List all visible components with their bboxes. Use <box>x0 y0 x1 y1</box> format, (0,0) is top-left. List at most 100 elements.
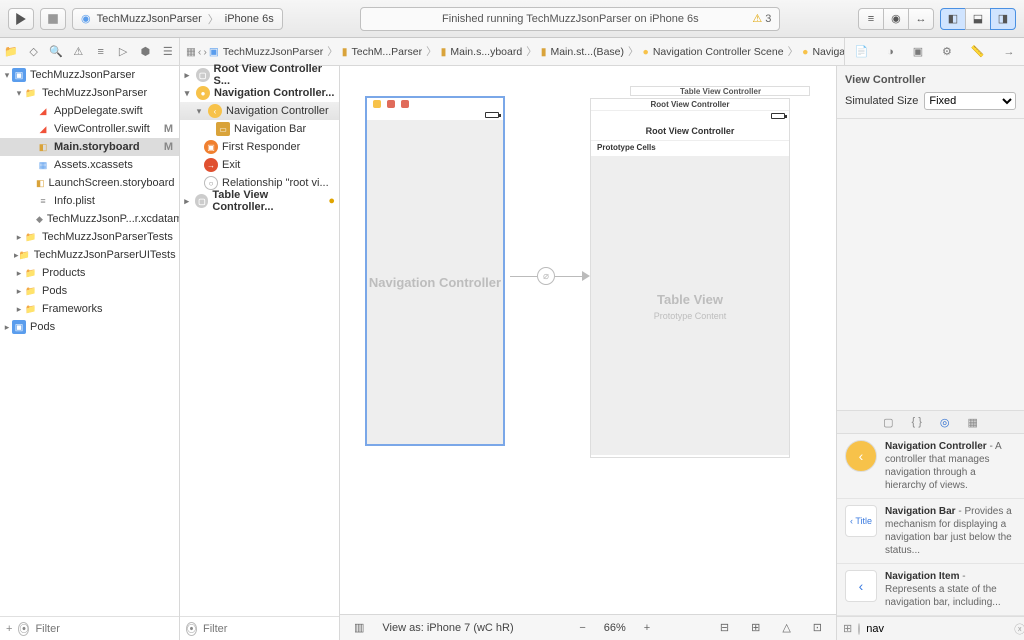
view-as-label[interactable]: View as: iPhone 7 (wC hR) <box>382 622 513 634</box>
navigation-bar-title[interactable]: Root View Controller <box>591 121 789 141</box>
scheme-device-label: iPhone 6s <box>225 13 274 25</box>
tree-file[interactable]: ◢ViewController.swiftM <box>0 120 179 138</box>
debug-navigator-tab[interactable]: ▷ <box>115 44 131 60</box>
toggle-debug-button[interactable]: ⬓ <box>965 8 991 30</box>
tree-folder[interactable]: ▸📁TechMuzzJsonParserUITests <box>0 246 179 264</box>
tree-file[interactable]: ◆TechMuzzJsonP...r.xcdatamodeld <box>0 210 179 228</box>
navigator-filter-input[interactable] <box>35 623 177 635</box>
zoom-out-button[interactable]: − <box>575 622 589 634</box>
library-item[interactable]: ‹ Navigation Controller - A controller t… <box>837 434 1024 499</box>
grid-view-button[interactable]: ⊞ <box>843 622 852 635</box>
toggle-navigator-button[interactable]: ◧ <box>940 8 966 30</box>
run-button[interactable] <box>8 8 34 30</box>
outline-scene[interactable]: ▸▢Root View Controller S... <box>180 66 339 84</box>
media-library-tab[interactable]: ▦ <box>968 416 978 429</box>
tree-group[interactable]: ▾📁TechMuzzJsonParser <box>0 84 179 102</box>
scene-nav-icon <box>373 100 381 108</box>
tree-folder[interactable]: ▸📁TechMuzzJsonParserTests <box>0 228 179 246</box>
tree-folder[interactable]: ▸📁Frameworks <box>0 300 179 318</box>
tree-folder[interactable]: ▸📁Products <box>0 264 179 282</box>
version-editor-button[interactable]: ↔ <box>908 8 934 30</box>
embed-button[interactable]: ⊡ <box>809 621 826 634</box>
filter-recent-button[interactable]: ⦿ <box>18 622 29 636</box>
code-snippet-tab[interactable]: { } <box>911 416 921 428</box>
outline-filter-input[interactable] <box>203 623 345 635</box>
pin-button[interactable]: ⊞ <box>747 621 764 634</box>
file-tree[interactable]: ▾▣TechMuzzJsonParser ▾📁TechMuzzJsonParse… <box>0 66 179 616</box>
find-navigator-tab[interactable]: ⚠ <box>70 44 86 60</box>
project-navigator-tab[interactable]: 📁 <box>3 44 19 60</box>
library-filter-input[interactable] <box>866 623 1008 635</box>
scene-exit-icon <box>401 100 409 108</box>
simulated-size-label: Simulated Size <box>845 95 918 107</box>
tree-file[interactable]: ◧LaunchScreen.storyboard <box>0 174 179 192</box>
attributes-inspector-tab[interactable]: ⚙ <box>942 45 952 58</box>
outline-item[interactable]: ▣First Responder <box>180 138 339 156</box>
library-item[interactable]: ‹ Title Navigation Bar - Provides a mech… <box>837 499 1024 564</box>
crumb-file[interactable]: ▮Main.s...yboard <box>441 46 523 58</box>
prototype-cells-label[interactable]: Prototype Cells <box>591 141 789 157</box>
size-inspector: View Controller Simulated Size Fixed <box>837 66 1024 119</box>
root-view-controller-scene[interactable]: Root View Controller Root View Controlle… <box>590 98 790 458</box>
related-items-button[interactable]: ▦ <box>186 46 196 58</box>
outline-item[interactable]: →Exit <box>180 156 339 174</box>
history-inspector-tab[interactable]: ◑ <box>887 46 894 58</box>
outline-item-selected[interactable]: ▾‹Navigation Controller <box>180 102 339 120</box>
issue-navigator-tab[interactable]: ≡ <box>93 44 109 60</box>
outline-scene[interactable]: ▾●Navigation Controller... <box>180 84 339 102</box>
simulated-size-select[interactable]: Fixed <box>924 92 1016 110</box>
back-button[interactable]: ‹ <box>198 46 202 58</box>
assistant-editor-button[interactable]: ◉ <box>883 8 909 30</box>
zoom-in-button[interactable]: + <box>640 622 654 634</box>
tree-file-selected[interactable]: ◧Main.storyboardM <box>0 138 179 156</box>
tree-folder[interactable]: ▸▣Pods <box>0 318 179 336</box>
crumb-group[interactable]: ▮TechM...Parser <box>342 46 422 58</box>
table-view-placeholder[interactable]: Table View Prototype Content <box>591 157 789 455</box>
align-button[interactable]: ⊟ <box>716 621 733 634</box>
outline-tree[interactable]: ▸▢Root View Controller S... ▾●Navigation… <box>180 66 339 616</box>
crumb-base[interactable]: ▮Main.st...(Base) <box>541 46 624 58</box>
library-filter-bar: ⊞ ⓧ <box>837 616 1024 640</box>
clear-filter-button[interactable]: ⓧ <box>1014 621 1024 637</box>
file-inspector-tab[interactable]: 📄 <box>854 45 868 58</box>
connections-inspector-tab[interactable]: → <box>1004 46 1015 58</box>
jump-bar[interactable]: ▦ ‹ › ▣TechMuzzJsonParser〉 ▮TechM...Pars… <box>180 38 844 65</box>
object-library[interactable]: ‹ Navigation Controller - A controller t… <box>837 434 1024 616</box>
tree-file[interactable]: ≡Info.plist <box>0 192 179 210</box>
issue-indicator[interactable]: ⚠3 <box>752 12 771 25</box>
tree-file[interactable]: ◢AppDelegate.swift <box>0 102 179 120</box>
segue-arrow[interactable]: ⌀ <box>510 266 590 286</box>
breakpoint-navigator-tab[interactable]: ⬢ <box>137 44 153 60</box>
zoom-level[interactable]: 66% <box>604 622 626 634</box>
editor-mode-group: ≡ ◉ ↔ <box>858 8 934 30</box>
stop-button[interactable] <box>40 8 66 30</box>
identity-inspector-tab[interactable]: ▣ <box>913 45 923 58</box>
report-navigator-tab[interactable]: ☰ <box>160 44 176 60</box>
library-item[interactable]: ‹ Navigation Item - Represents a state o… <box>837 564 1024 616</box>
scene-title: Root View Controller <box>591 99 789 111</box>
file-template-tab[interactable]: ▢ <box>883 416 893 429</box>
tree-folder[interactable]: ▸📁Pods <box>0 282 179 300</box>
main-area: ▾▣TechMuzzJsonParser ▾📁TechMuzzJsonParse… <box>0 66 1024 640</box>
forward-button[interactable]: › <box>203 46 207 58</box>
crumb-object[interactable]: ●Navigation Controller <box>802 46 844 58</box>
storyboard-canvas[interactable]: Navigation Controller ⌀ Table View Contr… <box>340 66 836 614</box>
navigation-controller-scene[interactable]: Navigation Controller <box>365 96 505 446</box>
tree-file[interactable]: ▦Assets.xcassets <box>0 156 179 174</box>
size-inspector-tab[interactable]: 📏 <box>971 45 985 58</box>
toggle-inspector-button[interactable]: ◨ <box>990 8 1016 30</box>
add-button[interactable]: + <box>6 623 12 635</box>
resolve-button[interactable]: △ <box>778 621 794 634</box>
navigator-selector: 📁 ◇ 🔍 ⚠ ≡ ▷ ⬢ ☰ <box>0 38 180 65</box>
symbol-navigator-tab[interactable]: 🔍 <box>48 44 64 60</box>
standard-editor-button[interactable]: ≡ <box>858 8 884 30</box>
source-control-navigator-tab[interactable]: ◇ <box>26 44 42 60</box>
outline-scene[interactable]: ▸▢Table View Controller...● <box>180 192 339 210</box>
toggle-outline-button[interactable]: ▥ <box>350 621 368 634</box>
crumb-project[interactable]: ▣TechMuzzJsonParser <box>209 46 323 58</box>
tree-root[interactable]: ▾▣TechMuzzJsonParser <box>0 66 179 84</box>
scheme-selector[interactable]: ◉ TechMuzzJsonParser 〉 iPhone 6s <box>72 8 283 30</box>
crumb-scene[interactable]: ●Navigation Controller Scene <box>643 46 784 58</box>
object-library-tab[interactable]: ◎ <box>940 416 950 429</box>
outline-item[interactable]: ▭Navigation Bar <box>180 120 339 138</box>
